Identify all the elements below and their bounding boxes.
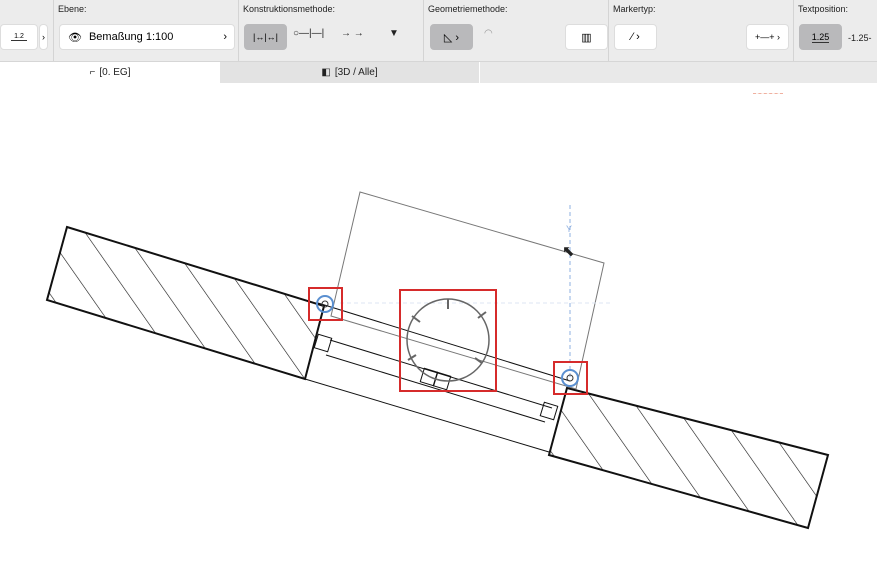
drawing-canvas[interactable]: Y ⬉ <box>0 0 877 581</box>
window-opening[interactable] <box>304 302 571 453</box>
wall-left[interactable] <box>45 225 326 381</box>
y-axis-label: Y <box>566 224 572 234</box>
snap-point-right[interactable] <box>561 369 579 387</box>
rotation-circle[interactable] <box>406 298 490 382</box>
cursor-hammer-icon: ⬉ <box>562 243 575 260</box>
wall-right[interactable] <box>547 386 830 530</box>
